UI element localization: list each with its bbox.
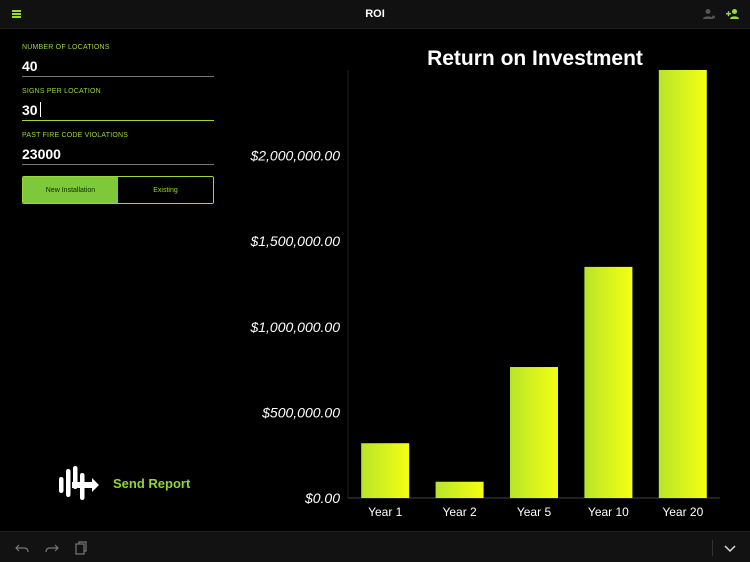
- signs-per-location-field: SIGNS PER LOCATION: [22, 84, 214, 128]
- send-report-button[interactable]: Send Report: [58, 462, 208, 502]
- bar-year-5: [510, 367, 558, 498]
- roi-chart: Return on Investment $0.00 $500,000.00 $1,…: [230, 40, 750, 530]
- roi-input-form: NUMBER OF LOCATIONS SIGNS PER LOCATION P…: [22, 40, 214, 172]
- company-logo-icon: [59, 466, 99, 500]
- redo-icon[interactable]: [45, 541, 59, 555]
- person-icon[interactable]: [702, 8, 716, 20]
- paste-icon[interactable]: [74, 541, 88, 555]
- segment-existing[interactable]: Existing: [118, 177, 213, 203]
- y-tick-label: $1,000,000.00: [249, 319, 340, 335]
- y-tick-label: $500,000.00: [261, 404, 340, 420]
- x-axis-ticks: Year 1 Year 2 Year 5 Year 10 Year 20: [368, 505, 704, 519]
- number-of-locations-field: NUMBER OF LOCATIONS: [22, 40, 214, 84]
- text-caret: [40, 102, 41, 117]
- x-tick-label: Year 5: [517, 505, 552, 519]
- roi-bar-chart: Return on Investment $0.00 $500,000.00 $1,…: [249, 47, 720, 519]
- bar-series: [361, 70, 707, 498]
- page-title: ROI: [365, 8, 385, 20]
- x-tick-label: Year 2: [442, 505, 477, 519]
- bar-year-20: [658, 70, 707, 498]
- bar-year-10: [584, 266, 633, 498]
- chart-title: Return on Investment: [427, 47, 643, 70]
- past-fire-code-violations-label: PAST FIRE CODE VIOLATIONS: [22, 132, 129, 139]
- number-of-locations-label: NUMBER OF LOCATIONS: [22, 44, 110, 51]
- y-tick-label: $1,500,000.00: [249, 233, 340, 249]
- installation-type-segmented-control: New Installation Existing: [22, 176, 214, 204]
- segment-new-installation[interactable]: New Installation: [23, 177, 118, 203]
- toolbar-divider: [712, 540, 713, 556]
- signs-per-location-input[interactable]: [22, 100, 214, 120]
- top-navigation-bar: ROI: [0, 0, 750, 29]
- add-user-icon[interactable]: [726, 8, 740, 20]
- past-fire-code-violations-input[interactable]: [22, 144, 214, 164]
- number-of-locations-input[interactable]: [22, 56, 214, 76]
- y-axis-ticks: $0.00 $500,000.00 $1,000,000.00 $1,500,000.…: [249, 148, 340, 506]
- signs-per-location-label: SIGNS PER LOCATION: [22, 88, 101, 95]
- send-report-label: Send Report: [113, 476, 191, 491]
- y-tick-label: $2,000,000.00: [249, 148, 340, 164]
- x-tick-label: Year 20: [662, 505, 703, 519]
- field-underline: [22, 164, 214, 165]
- chevron-down-icon[interactable]: [723, 541, 737, 555]
- field-underline: [22, 120, 214, 121]
- x-tick-label: Year 10: [588, 505, 629, 519]
- x-tick-label: Year 1: [368, 505, 403, 519]
- field-underline: [22, 76, 214, 77]
- y-tick-label: $0.00: [304, 490, 340, 506]
- undo-icon[interactable]: [15, 541, 29, 555]
- bar-year-1: [361, 443, 410, 498]
- bar-year-2: [435, 481, 484, 498]
- bottom-toolbar: [0, 531, 750, 562]
- past-fire-code-violations-field: PAST FIRE CODE VIOLATIONS: [22, 128, 214, 172]
